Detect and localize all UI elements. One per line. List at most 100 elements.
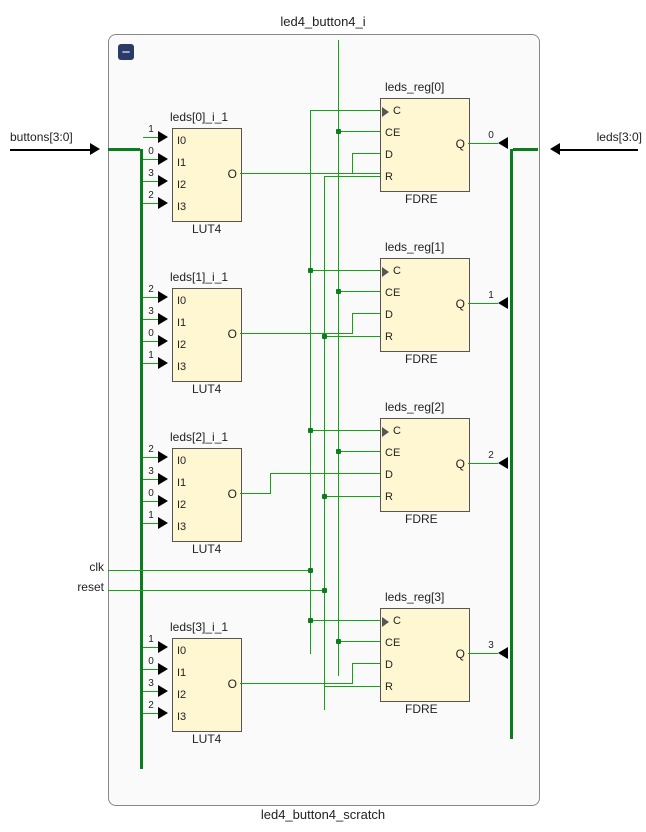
clk-tap-3 — [310, 620, 380, 621]
d-wire-3b — [352, 663, 353, 684]
lut2-w2 — [143, 501, 158, 502]
clk-node-src — [308, 568, 313, 573]
reg3-pin-r: R — [385, 681, 393, 693]
reg1-pin-d: D — [385, 309, 393, 321]
lut2-bit0: 2 — [145, 444, 157, 455]
input-bus — [140, 149, 143, 769]
lut2-bit3: 1 — [145, 510, 157, 521]
reg2-type: FDRE — [405, 512, 438, 526]
lut2[interactable]: I0 I1 I2 I3 O — [172, 448, 242, 542]
d-wire-1b — [352, 313, 353, 334]
reg1-type: FDRE — [405, 352, 438, 366]
reg0-q-wire — [468, 143, 498, 144]
reg1-q-wire — [468, 303, 498, 304]
reg3-clk-tri — [382, 617, 389, 627]
reg2-clk-tri — [382, 427, 389, 437]
clk-node-1 — [308, 268, 313, 273]
lut0-w1 — [143, 159, 158, 160]
clk-wire-h — [108, 570, 312, 571]
lut1-bit3: 1 — [145, 350, 157, 361]
reg0-q-arrow — [498, 137, 508, 149]
lut3-bit2: 3 — [145, 678, 157, 689]
port-buttons-line — [10, 149, 90, 151]
lut1-title: leds[1]_i_1 — [170, 270, 228, 284]
lut1-pin-i2: I2 — [177, 339, 186, 351]
lut0[interactable]: I0 I1 I2 I3 O — [172, 128, 242, 222]
lut3-title: leds[3]_i_1 — [170, 620, 228, 634]
reg3-q-arrow — [498, 647, 508, 659]
lut0-bit0: 1 — [145, 124, 157, 135]
lut2-tap2 — [158, 495, 168, 507]
lut2-pin-i2: I2 — [177, 499, 186, 511]
collapse-icon[interactable]: − — [118, 44, 134, 60]
lut3-w3 — [143, 713, 158, 714]
clk-tap-0 — [310, 110, 380, 111]
reg1[interactable]: C CE D R Q — [380, 258, 470, 352]
port-reset-label: reset — [70, 580, 104, 594]
lut3-w1 — [143, 669, 158, 670]
port-leds-line — [560, 149, 638, 151]
port-buttons-arrow — [90, 143, 100, 155]
r-node-src — [322, 588, 327, 593]
lut2-pin-i0: I0 — [177, 455, 186, 467]
lut0-pin-i1: I1 — [177, 157, 186, 169]
lut1-type: LUT4 — [192, 382, 221, 396]
r-tap-2 — [324, 496, 380, 497]
reg2-pin-ce: CE — [385, 447, 400, 459]
reg2-title: leds_reg[2] — [385, 400, 444, 414]
reset-wire-h — [108, 590, 326, 591]
input-bus-hconn — [108, 148, 140, 151]
lut2-tap0 — [158, 451, 168, 463]
lut1-w0 — [143, 297, 158, 298]
reg1-pin-r: R — [385, 331, 393, 343]
lut3-pin-i2: I2 — [177, 689, 186, 701]
output-bus — [510, 149, 513, 739]
reset-wire-v — [324, 176, 325, 710]
reg1-clk-tri — [382, 267, 389, 277]
r-tap-0 — [324, 176, 380, 177]
lut1-pin-i1: I1 — [177, 317, 186, 329]
reg2[interactable]: C CE D R Q — [380, 418, 470, 512]
lut3-pin-o: O — [228, 677, 237, 691]
reg0[interactable]: C CE D R Q — [380, 98, 470, 192]
module-title-bottom: led4_button4_scratch — [0, 807, 646, 822]
clk-node-3 — [308, 618, 313, 623]
d-wire-1a — [240, 333, 352, 334]
lut1-tap2 — [158, 335, 168, 347]
reg0-clk-tri — [382, 107, 389, 117]
reg0-outbit: 0 — [485, 130, 497, 141]
reg3-type: FDRE — [405, 702, 438, 716]
lut0-pin-i3: I3 — [177, 201, 186, 213]
lut3-type: LUT4 — [192, 732, 221, 746]
module-title-top: led4_button4_i — [0, 14, 646, 29]
ce-tap-2 — [338, 451, 380, 452]
lut2-pin-i3: I3 — [177, 521, 186, 533]
reg0-type: FDRE — [405, 192, 438, 206]
lut3[interactable]: I0 I1 I2 I3 O — [172, 638, 242, 732]
reg0-pin-r: R — [385, 171, 393, 183]
d-wire-2c — [270, 473, 380, 474]
lut3-w2 — [143, 691, 158, 692]
lut3-bit1: 0 — [145, 656, 157, 667]
ce-tap-1 — [338, 291, 380, 292]
lut1-tap0 — [158, 291, 168, 303]
lut1-w3 — [143, 363, 158, 364]
reg3-outbit: 3 — [485, 640, 497, 651]
lut1[interactable]: I0 I1 I2 I3 O — [172, 288, 242, 382]
lut1-tap3 — [158, 357, 168, 369]
reg0-pin-d: D — [385, 149, 393, 161]
lut0-pin-i0: I0 — [177, 135, 186, 147]
clk-tap-1 — [310, 270, 380, 271]
r-node-2 — [322, 494, 327, 499]
lut0-pin-i2: I2 — [177, 179, 186, 191]
d-wire-0c — [352, 153, 380, 154]
clk-node-2 — [308, 428, 313, 433]
reg0-pin-c: C — [393, 105, 401, 117]
lut1-pin-i0: I0 — [177, 295, 186, 307]
lut0-w0 — [143, 137, 158, 138]
reg2-pin-d: D — [385, 469, 393, 481]
reg3[interactable]: C CE D R Q — [380, 608, 470, 702]
reg3-pin-ce: CE — [385, 637, 400, 649]
port-clk-label: clk — [80, 560, 104, 574]
lut2-tap3 — [158, 517, 168, 529]
